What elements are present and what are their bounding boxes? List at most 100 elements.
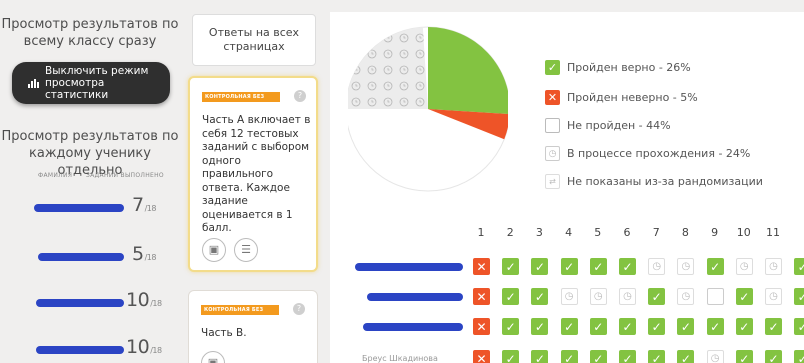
result-cell-bad[interactable]: ✕: [473, 318, 490, 335]
student-score: 10/18: [126, 289, 162, 311]
column-number: 6: [623, 226, 631, 239]
check-icon: ✓: [545, 60, 560, 75]
student-score: 7/18: [132, 194, 156, 216]
cross-icon: ✕: [545, 90, 560, 105]
column-number: 11: [766, 226, 780, 239]
list-icon[interactable]: ☰: [234, 238, 258, 262]
result-cell-ok[interactable]: ✓: [794, 318, 804, 335]
help-icon[interactable]: ?: [293, 303, 305, 315]
col-surname: ФАМИЛИЯ: [38, 172, 73, 179]
student-name-redacted: [367, 293, 463, 301]
col-done: ЗАДАНИЙ ВЫПОЛНЕНО: [86, 172, 164, 179]
column-number: 10: [736, 226, 751, 239]
shuffle-icon: ⇄: [545, 174, 560, 189]
result-cell-ok[interactable]: ✓: [765, 318, 782, 335]
help-icon[interactable]: ?: [294, 90, 306, 102]
result-cell-ok[interactable]: ✓: [502, 350, 520, 363]
student-score: 5/18: [132, 243, 156, 265]
result-cell-ok[interactable]: ✓: [560, 350, 578, 363]
result-cell-prog[interactable]: ◷: [648, 258, 666, 275]
result-cell-prog[interactable]: ◷: [765, 288, 782, 305]
results-pie-chart: [348, 26, 508, 192]
result-cell-bad[interactable]: ✕: [473, 258, 490, 275]
result-cell-prog[interactable]: ◷: [765, 258, 782, 275]
student-row[interactable]: 5/18: [0, 241, 180, 271]
result-cell-ok[interactable]: ✓: [706, 258, 724, 275]
pie-slice-in-progress: [348, 27, 428, 109]
result-cell-ok[interactable]: ✓: [619, 350, 636, 363]
result-cell-ok[interactable]: ✓: [619, 258, 636, 275]
statistics-panel: ✓ Пройден верно - 26% ✕ Пройден неверно …: [330, 12, 804, 363]
result-cell-ok[interactable]: ✓: [735, 288, 753, 305]
column-number: 4: [565, 226, 573, 239]
result-cell-ok[interactable]: ✓: [794, 288, 804, 305]
result-cell-prog[interactable]: ◷: [589, 288, 607, 305]
result-cell-ok[interactable]: ✓: [502, 258, 520, 275]
empty-box-icon: [545, 118, 560, 133]
result-cell-ok[interactable]: ✓: [648, 350, 666, 363]
result-cell-empty[interactable]: [706, 288, 724, 305]
task-description: Часть В.: [201, 327, 247, 339]
pie-slice-correct: [428, 27, 508, 115]
column-number: 1: [477, 226, 485, 239]
student-row[interactable]: 10/18: [0, 334, 180, 363]
result-cell-ok[interactable]: ✓: [677, 350, 695, 363]
bar-chart-icon: [28, 78, 39, 88]
result-cell-ok[interactable]: ✓: [589, 350, 607, 363]
result-cell-ok[interactable]: ✓: [560, 258, 578, 275]
result-cell-ok[interactable]: ✓: [502, 318, 520, 335]
column-number: 7: [652, 226, 660, 239]
result-cell-ok[interactable]: ✓: [794, 258, 804, 275]
result-cell-ok[interactable]: ✓: [502, 288, 520, 305]
result-cell-ok[interactable]: ✓: [765, 350, 782, 363]
result-cell-prog[interactable]: ◷: [560, 288, 578, 305]
task-tag: КОНТРОЛЬНАЯ БЕЗ: [201, 305, 279, 315]
toggle-statistics-label: Выключить режим просмотра статистики: [45, 65, 149, 101]
result-cell-ok[interactable]: ✓: [589, 318, 607, 335]
answers-all-pages-button[interactable]: Ответы на всех страницах: [192, 14, 316, 66]
left-panel: Просмотр результатов по всему классу сра…: [0, 0, 180, 363]
result-cell-ok[interactable]: ✓: [560, 318, 578, 335]
task-card[interactable]: КОНТРОЛЬНАЯ БЕЗ ? Часть В. ▣: [188, 290, 318, 363]
student-name-redacted: [36, 346, 124, 354]
result-cell-prog[interactable]: ◷: [706, 350, 724, 363]
result-cell-ok[interactable]: ✓: [677, 318, 695, 335]
result-cell-prog[interactable]: ◷: [619, 288, 636, 305]
student-name: Бреус Шкадинова: [362, 354, 438, 363]
result-cell-ok[interactable]: ✓: [531, 318, 549, 335]
result-cell-ok[interactable]: ✓: [735, 318, 753, 335]
result-cell-ok[interactable]: ✓: [531, 350, 549, 363]
result-cell-ok[interactable]: ✓: [648, 318, 666, 335]
result-cell-prog[interactable]: ◷: [735, 258, 753, 275]
task-card[interactable]: КОНТРОЛЬНАЯ БЕЗ ? Часть А включает в себ…: [188, 76, 318, 272]
legend-correct: ✓ Пройден верно - 26%: [545, 60, 691, 75]
result-cell-ok[interactable]: ✓: [589, 258, 607, 275]
result-cell-ok[interactable]: ✓: [735, 350, 753, 363]
student-row[interactable]: 10/18: [0, 289, 180, 319]
student-row[interactable]: 7/18: [0, 194, 180, 224]
column-number: 8: [681, 226, 689, 239]
legend-not-passed: Не пройден - 44%: [545, 118, 671, 133]
result-cell-bad[interactable]: ✕: [473, 350, 490, 363]
task-tag: КОНТРОЛЬНАЯ БЕЗ: [202, 92, 280, 102]
result-cell-prog[interactable]: ◷: [677, 258, 695, 275]
column-number: 2: [506, 226, 514, 239]
result-cell-ok[interactable]: ✓: [531, 288, 549, 305]
clock-icon: ◷: [545, 146, 560, 161]
result-cell-ok[interactable]: ✓: [531, 258, 549, 275]
result-cell-ok[interactable]: ✓: [648, 288, 666, 305]
class-view-title: Просмотр результатов по всему классу сра…: [1, 17, 179, 49]
toggle-statistics-button[interactable]: Выключить режим просмотра статистики: [12, 62, 170, 104]
legend-in-progress: ◷ В процессе прохождения - 24%: [545, 146, 750, 161]
column-number: 9: [711, 226, 719, 239]
result-cell-bad[interactable]: ✕: [473, 288, 490, 305]
student-name-redacted: [355, 263, 463, 271]
image-icon[interactable]: ▣: [201, 351, 225, 363]
student-name-redacted: [363, 323, 463, 331]
result-cell-ok[interactable]: ✓: [794, 350, 804, 363]
result-cell-prog[interactable]: ◷: [677, 288, 695, 305]
image-icon[interactable]: ▣: [202, 238, 226, 262]
result-cell-ok[interactable]: ✓: [706, 318, 724, 335]
result-cell-ok[interactable]: ✓: [619, 318, 636, 335]
column-number: 3: [535, 226, 543, 239]
